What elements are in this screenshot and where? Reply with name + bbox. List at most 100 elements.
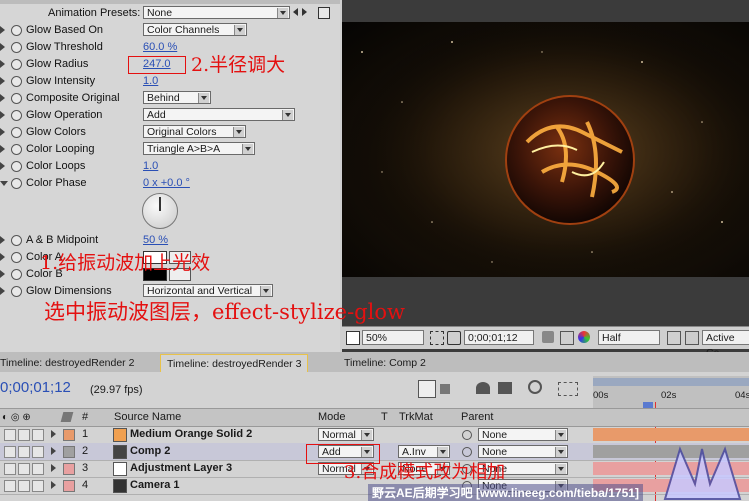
layer-parent-dropdown[interactable]: None: [478, 428, 568, 441]
motion-blur-icon[interactable]: [528, 380, 542, 394]
twirl-arrow-icon[interactable]: [0, 181, 8, 186]
property-dropdown[interactable]: Add: [143, 108, 295, 121]
layer-twirl-icon[interactable]: [51, 447, 56, 455]
twirl-arrow-icon[interactable]: [0, 145, 5, 153]
layer-trkmat-dropdown[interactable]: A.Inv: [398, 445, 450, 458]
twirl-arrow-icon[interactable]: [0, 26, 5, 34]
zoom-dropdown[interactable]: 50%: [362, 330, 424, 345]
property-value[interactable]: 1.0: [143, 73, 158, 90]
frame-blending-icon[interactable]: [498, 382, 512, 394]
camera-view-dropdown[interactable]: Active Ca: [702, 330, 749, 359]
preset-browse-icon[interactable]: [318, 7, 330, 19]
twirl-arrow-icon[interactable]: [0, 94, 5, 102]
stopwatch-icon[interactable]: [11, 25, 22, 36]
video-switch-icon[interactable]: [4, 446, 16, 458]
show-snapshot-icon[interactable]: [560, 331, 574, 345]
layer-source-name[interactable]: Comp 2: [130, 443, 170, 460]
label-color-swatch[interactable]: [63, 480, 75, 492]
live-update-icon[interactable]: [440, 384, 450, 394]
stopwatch-icon[interactable]: [11, 42, 22, 53]
solo-switch-icon[interactable]: [18, 429, 30, 441]
label-color-swatch[interactable]: [63, 463, 75, 475]
grid-icon[interactable]: [430, 331, 444, 345]
stopwatch-icon[interactable]: [11, 144, 22, 155]
tab-comp-2[interactable]: Timeline: Comp 2: [338, 354, 432, 372]
tab-destroyedrender-2[interactable]: Timeline: destroyedRender 2: [0, 354, 141, 372]
comp-mini-flowchart-icon[interactable]: [418, 380, 436, 398]
column-header-source-name[interactable]: Source Name: [114, 409, 181, 426]
twirl-arrow-icon[interactable]: [0, 253, 5, 261]
layer-source-name[interactable]: Camera 1: [130, 477, 180, 494]
stopwatch-icon[interactable]: [11, 178, 22, 189]
pick-whip-icon[interactable]: [462, 447, 472, 457]
region-of-interest-icon[interactable]: [667, 331, 681, 345]
label-color-swatch[interactable]: [63, 429, 75, 441]
property-dropdown[interactable]: Original Colors: [143, 125, 246, 138]
solo-switch-icon[interactable]: [18, 463, 30, 475]
column-header-trkmat[interactable]: TrkMat: [399, 409, 433, 426]
monitor-icon[interactable]: [346, 331, 360, 345]
twirl-arrow-icon[interactable]: [0, 270, 5, 278]
work-area-bar[interactable]: [593, 378, 749, 386]
layer-parent-dropdown[interactable]: None: [478, 445, 568, 458]
layer-twirl-icon[interactable]: [51, 464, 56, 472]
layer-mode-dropdown[interactable]: Normal: [318, 428, 374, 441]
layer-twirl-icon[interactable]: [51, 481, 56, 489]
property-dropdown[interactable]: Behind: [143, 91, 211, 104]
snapshot-icon[interactable]: [542, 331, 554, 343]
video-switch-icon[interactable]: [4, 429, 16, 441]
column-header-mode[interactable]: Mode: [318, 409, 346, 426]
color-phase-dial[interactable]: [142, 193, 178, 229]
property-dropdown[interactable]: Triangle A>B>A: [143, 142, 255, 155]
property-value[interactable]: 60.0 %: [143, 39, 177, 56]
channels-icon[interactable]: [578, 331, 590, 343]
column-header-parent[interactable]: Parent: [461, 409, 493, 426]
layer-source-name[interactable]: Medium Orange Solid 2: [130, 426, 252, 443]
graph-editor-icon[interactable]: [558, 382, 578, 396]
twirl-arrow-icon[interactable]: [0, 60, 5, 68]
timecode-field[interactable]: 0;00;01;12: [464, 330, 534, 345]
property-value[interactable]: 0 x +0.0 °: [143, 175, 190, 192]
twirl-arrow-icon[interactable]: [0, 128, 5, 136]
twirl-arrow-icon[interactable]: [0, 236, 5, 244]
solo-switch-icon[interactable]: [18, 480, 30, 492]
composition-canvas[interactable]: [342, 22, 749, 277]
animation-presets-dropdown[interactable]: None: [143, 6, 290, 19]
twirl-arrow-icon[interactable]: [0, 77, 5, 85]
safe-zones-icon[interactable]: [447, 331, 461, 345]
video-switch-icon[interactable]: [4, 480, 16, 492]
label-color-swatch[interactable]: [63, 446, 75, 458]
twirl-arrow-icon[interactable]: [0, 162, 5, 170]
layer-duration-bar[interactable]: [593, 428, 749, 441]
resolution-dropdown[interactable]: Half: [598, 330, 660, 345]
draft-3d-icon[interactable]: [476, 382, 490, 394]
twirl-arrow-icon[interactable]: [0, 111, 5, 119]
next-preset-icon[interactable]: [302, 8, 307, 16]
stopwatch-icon[interactable]: [11, 252, 22, 263]
lock-switch-icon[interactable]: [32, 480, 44, 492]
layer-source-name[interactable]: Adjustment Layer 3: [130, 460, 232, 477]
timeline-timecode[interactable]: 0;00;01;12: [0, 379, 71, 396]
stopwatch-icon[interactable]: [11, 269, 22, 280]
stopwatch-icon[interactable]: [11, 127, 22, 138]
layer-row[interactable]: 1 Medium Orange Solid 2 Normal None: [0, 426, 749, 444]
stopwatch-icon[interactable]: [11, 286, 22, 297]
tab-destroyedrender-3[interactable]: Timeline: destroyedRender 3: [160, 354, 309, 373]
property-dropdown[interactable]: Color Channels: [143, 23, 247, 36]
twirl-arrow-icon[interactable]: [0, 43, 5, 51]
property-value[interactable]: 50 %: [143, 232, 168, 249]
twirl-arrow-icon[interactable]: [0, 287, 5, 295]
property-value[interactable]: 1.0: [143, 158, 158, 175]
stopwatch-icon[interactable]: [11, 235, 22, 246]
layer-twirl-icon[interactable]: [51, 430, 56, 438]
transparency-grid-icon[interactable]: [685, 331, 699, 345]
stopwatch-icon[interactable]: [11, 76, 22, 87]
lock-switch-icon[interactable]: [32, 429, 44, 441]
stopwatch-icon[interactable]: [11, 59, 22, 70]
stopwatch-icon[interactable]: [11, 161, 22, 172]
lock-switch-icon[interactable]: [32, 446, 44, 458]
video-switch-icon[interactable]: [4, 463, 16, 475]
previous-preset-icon[interactable]: [293, 8, 298, 16]
solo-switch-icon[interactable]: [18, 446, 30, 458]
pick-whip-icon[interactable]: [462, 430, 472, 440]
